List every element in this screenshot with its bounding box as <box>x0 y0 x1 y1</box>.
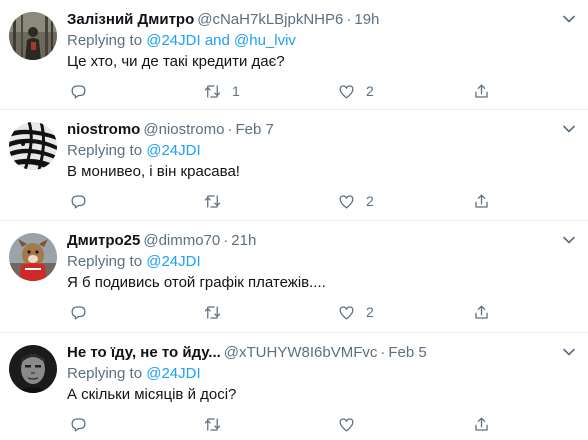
replying-to-label: Replying to <box>67 32 143 49</box>
mention-link[interactable]: @24JDI <box>146 365 200 382</box>
tweet-actions <box>67 413 507 435</box>
reply-button[interactable] <box>69 80 88 102</box>
share-icon <box>475 84 488 98</box>
replying-to-line: Replying to @24JDI <box>67 252 201 272</box>
tweet-text: А скільки місяців й досі? <box>67 386 237 403</box>
more-options-button[interactable] <box>556 227 582 253</box>
retweet-button[interactable] <box>203 301 232 323</box>
share-icon <box>475 305 488 319</box>
retweet-icon <box>204 417 221 431</box>
replying-to-line: Replying to @24JDI and @hu_lviv <box>67 31 296 51</box>
mention-link[interactable]: @hu_lviv <box>234 32 296 49</box>
tweet-text: Я б подивись отой графік платежів.... <box>67 274 326 291</box>
tweet[interactable]: Не то їду, не то йду... @xTUHYW8I6bVMFvc ·… <box>0 333 588 440</box>
reply-icon <box>71 194 86 208</box>
like-button[interactable]: 2 <box>337 190 374 212</box>
retweet-button[interactable]: 1 <box>203 80 240 102</box>
replying-to-label: Replying to <box>67 365 143 382</box>
reply-button[interactable] <box>69 413 88 435</box>
mention-link[interactable]: @24JDI <box>146 142 200 159</box>
tweet-header: Не то їду, не то йду... @xTUHYW8I6bVMFvc ·… <box>67 343 427 363</box>
avatar[interactable] <box>9 12 57 60</box>
separator-dot: · <box>346 11 352 28</box>
like-button[interactable]: 2 <box>337 80 374 102</box>
retweet-button[interactable] <box>203 190 232 212</box>
avatar[interactable] <box>9 233 57 281</box>
tweet-text: Це хто, чи де такі кредити дає? <box>67 53 285 70</box>
reply-button[interactable] <box>69 190 88 212</box>
tweet-actions: 1 2 <box>67 80 507 102</box>
more-options-button[interactable] <box>556 116 582 142</box>
replying-to-label: Replying to <box>67 253 143 270</box>
user-handle[interactable]: @xTUHYW8I6bVMFvc <box>224 344 378 361</box>
display-name[interactable]: niostromo <box>67 121 140 138</box>
user-handle[interactable]: @dimmo70 <box>143 232 220 249</box>
share-button[interactable] <box>472 80 491 102</box>
chevron-down-icon <box>563 348 575 356</box>
heart-icon <box>339 84 354 98</box>
share-button[interactable] <box>472 413 491 435</box>
tweet[interactable]: Залізний Дмитро @cNaH7kLBjpkNHP6 · 19h Repl… <box>0 0 588 110</box>
heart-icon <box>339 194 354 208</box>
tweet-text: В монивео, і він красава! <box>67 163 240 180</box>
share-button[interactable] <box>472 190 491 212</box>
share-icon <box>475 194 488 208</box>
like-count: 2 <box>366 193 374 209</box>
avatar[interactable] <box>9 345 57 393</box>
display-name[interactable]: Дмитро25 <box>67 232 140 249</box>
tweet-actions: 2 <box>67 190 507 212</box>
retweet-count: 1 <box>232 83 240 99</box>
reply-icon <box>71 84 86 98</box>
more-options-button[interactable] <box>556 6 582 32</box>
retweet-icon <box>204 194 221 208</box>
retweet-button[interactable] <box>203 413 232 435</box>
reply-icon <box>71 305 86 319</box>
chevron-down-icon <box>563 125 575 133</box>
separator-dot: · <box>380 344 386 361</box>
tweet[interactable]: niostromo @niostromo · Feb 7 Replying to @2… <box>0 110 588 221</box>
heart-icon <box>339 417 354 431</box>
like-button[interactable] <box>337 413 366 435</box>
timestamp[interactable]: Feb 5 <box>388 344 426 361</box>
retweet-icon <box>204 305 221 319</box>
display-name[interactable]: Не то їду, не то йду... <box>67 344 221 361</box>
tweet-actions: 2 <box>67 301 507 323</box>
reply-feed: Залізний Дмитро @cNaH7kLBjpkNHP6 · 19h Repl… <box>0 0 588 440</box>
timestamp[interactable]: 21h <box>231 232 256 249</box>
like-button[interactable]: 2 <box>337 301 374 323</box>
reply-button[interactable] <box>69 301 88 323</box>
like-count: 2 <box>366 83 374 99</box>
separator-dot: · <box>223 232 229 249</box>
share-button[interactable] <box>472 301 491 323</box>
tweet[interactable]: Дмитро25 @dimmo70 · 21h Replying to @24JDI … <box>0 221 588 333</box>
mention-link[interactable]: @24JDI <box>146 32 200 49</box>
replying-to-line: Replying to @24JDI <box>67 364 201 384</box>
replying-to-label: Replying to <box>67 142 143 159</box>
retweet-icon <box>204 84 221 98</box>
chevron-down-icon <box>563 15 575 23</box>
separator-dot: · <box>227 121 233 138</box>
timestamp[interactable]: 19h <box>354 11 379 28</box>
user-handle[interactable]: @niostromo <box>143 121 224 138</box>
mention-joiner[interactable]: and <box>205 32 230 49</box>
timestamp[interactable]: Feb 7 <box>235 121 273 138</box>
user-handle[interactable]: @cNaH7kLBjpkNHP6 <box>197 11 343 28</box>
like-count: 2 <box>366 304 374 320</box>
mention-link[interactable]: @24JDI <box>146 253 200 270</box>
share-icon <box>475 417 488 431</box>
replying-to-line: Replying to @24JDI <box>67 141 201 161</box>
chevron-down-icon <box>563 236 575 244</box>
more-options-button[interactable] <box>556 339 582 365</box>
tweet-header: Дмитро25 @dimmo70 · 21h <box>67 231 256 251</box>
avatar[interactable] <box>9 122 57 170</box>
heart-icon <box>339 305 354 319</box>
display-name[interactable]: Залізний Дмитро <box>67 11 194 28</box>
reply-icon <box>71 417 86 431</box>
tweet-header: niostromo @niostromo · Feb 7 <box>67 120 274 140</box>
tweet-header: Залізний Дмитро @cNaH7kLBjpkNHP6 · 19h <box>67 10 379 30</box>
